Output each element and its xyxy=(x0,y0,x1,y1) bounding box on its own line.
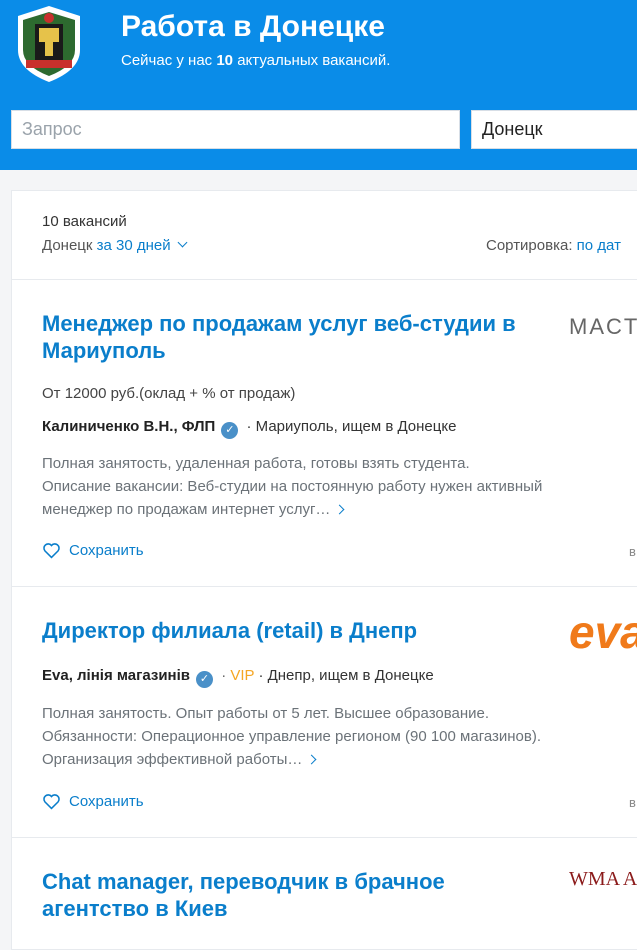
vip-badge: VIP xyxy=(230,667,255,684)
heart-icon xyxy=(43,543,60,559)
divider xyxy=(12,586,637,587)
job-description: Полная занятость. Опыт работы от 5 лет. … xyxy=(42,705,542,768)
save-button[interactable]: Сохранить xyxy=(42,793,144,810)
job-date: в xyxy=(629,544,636,559)
results-panel: 10 вакансий Донецк за 30 дней Сортировка… xyxy=(11,190,637,950)
job-description: Полная занятость, удаленная работа, гото… xyxy=(42,455,543,518)
heart-icon xyxy=(43,794,60,810)
job-title-link[interactable]: Chat manager, переводчик в брачное агент… xyxy=(42,868,542,922)
divider xyxy=(12,837,637,838)
job-location: · Мариуполь, ищем в Донецке xyxy=(246,418,457,435)
job-date: в xyxy=(629,795,636,810)
company-logo: MACT xyxy=(569,314,637,339)
verified-check-icon: ✓ xyxy=(196,671,214,688)
city-input[interactable]: Донецк xyxy=(471,110,637,149)
job-salary: От 12000 руб.(оклад + % от продаж) xyxy=(42,385,296,402)
period-filter-link[interactable]: за 30 дней xyxy=(97,237,188,254)
verified-check-icon: ✓ xyxy=(221,422,239,439)
company-logo: eva xyxy=(569,606,637,658)
search-query-input[interactable]: Запрос xyxy=(11,110,460,149)
save-button[interactable]: Сохранить xyxy=(42,542,144,559)
chevron-right-icon[interactable] xyxy=(306,754,317,765)
results-count: 10 вакансий xyxy=(42,213,127,230)
city-coat-of-arms-icon[interactable] xyxy=(12,4,86,84)
sort-link[interactable]: по дат xyxy=(577,237,621,254)
company-line: Eva, лінія магазинів ✓ · VIP · Днепр, ище… xyxy=(42,667,434,688)
chevron-right-icon[interactable] xyxy=(334,504,345,515)
job-title-link[interactable]: Директор филиала (retail) в Днепр xyxy=(42,617,542,644)
job-location: · Днепр, ищем в Донецке xyxy=(258,667,434,684)
results-filter: Донецк за 30 дней xyxy=(42,237,188,254)
chevron-down-icon xyxy=(177,237,188,248)
sort-control: Сортировка: по дат xyxy=(486,237,621,254)
job-title-link[interactable]: Менеджер по продажам услуг веб-студии в … xyxy=(42,310,542,364)
site-header: Работа в Донецке Сейчас у нас 10 актуаль… xyxy=(0,0,637,170)
page-title: Работа в Донецке xyxy=(121,10,385,43)
company-line: Калиниченко В.Н., ФЛП ✓ · Мариуполь, ищем… xyxy=(42,418,456,439)
vacancy-summary: Сейчас у нас 10 актуальных вакансий. xyxy=(121,52,391,69)
company-logo: WMA AGE xyxy=(569,868,637,890)
company-name[interactable]: Eva, лінія магазинів xyxy=(42,667,190,684)
divider xyxy=(12,279,637,280)
company-name[interactable]: Калиниченко В.Н., ФЛП xyxy=(42,418,215,435)
